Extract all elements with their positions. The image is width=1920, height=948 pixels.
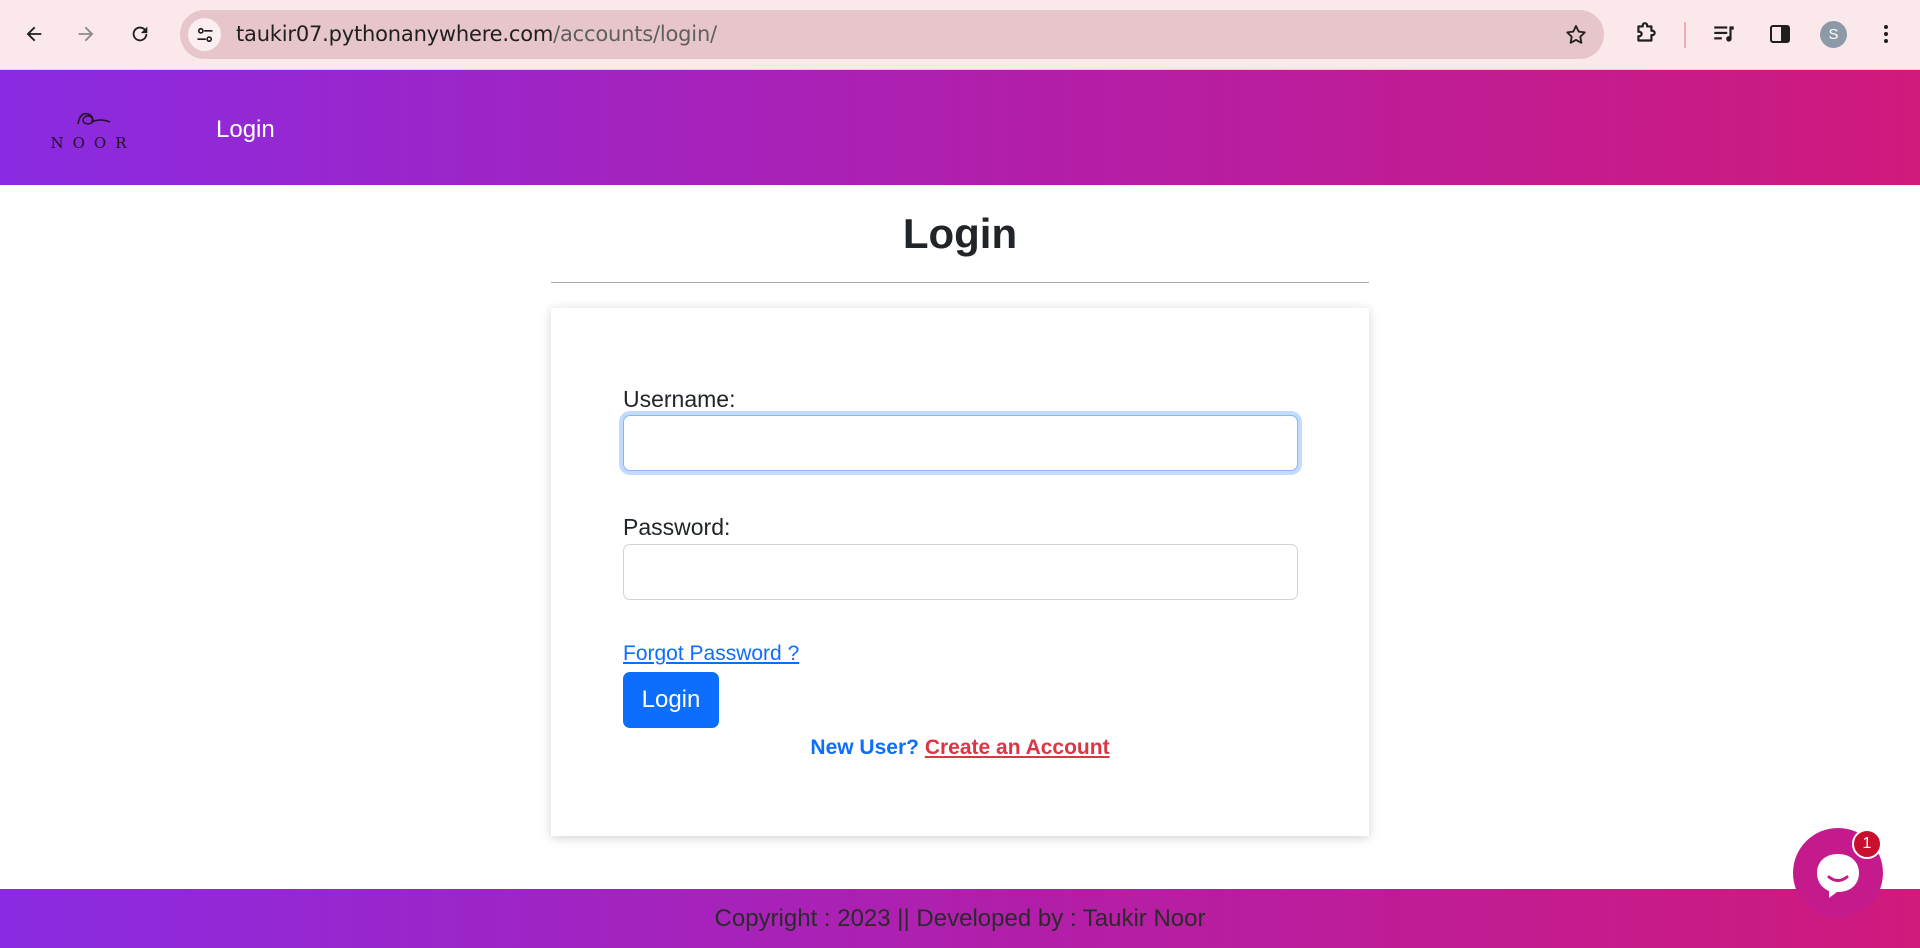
title-divider bbox=[551, 282, 1369, 283]
back-arrow-icon bbox=[26, 26, 42, 42]
password-label: Password: bbox=[623, 514, 731, 540]
footer-copyright: Copyright : 2023 || Developed by : Tauki… bbox=[714, 904, 1206, 932]
forward-button[interactable] bbox=[68, 16, 104, 52]
username-input[interactable] bbox=[623, 415, 1298, 471]
forward-arrow-icon bbox=[78, 26, 94, 42]
login-card: Username: Password: Forgot Password ? Lo… bbox=[551, 308, 1369, 836]
bookmark-star-button[interactable] bbox=[1562, 21, 1590, 49]
url-path: /accounts/login/ bbox=[553, 22, 717, 46]
new-user-prompt: New User? Create an Account bbox=[551, 736, 1369, 760]
site-footer: Copyright : 2023 || Developed by : Tauki… bbox=[0, 889, 1920, 948]
username-label: Username: bbox=[623, 386, 736, 412]
reload-icon bbox=[132, 26, 148, 42]
side-panel-icon bbox=[1770, 25, 1790, 43]
back-button[interactable] bbox=[16, 16, 52, 52]
forgot-password-link[interactable]: Forgot Password ? bbox=[623, 642, 799, 666]
star-icon bbox=[1566, 25, 1586, 44]
site-navbar: NOOR Login bbox=[0, 70, 1920, 185]
chat-notification-badge: 1 bbox=[1852, 829, 1882, 859]
login-button[interactable]: Login bbox=[623, 672, 719, 728]
logo-wordmark: NOOR bbox=[50, 134, 136, 152]
new-user-text: New User? bbox=[810, 736, 919, 759]
media-controls-button[interactable] bbox=[1708, 18, 1740, 50]
url-host: taukir07.pythonanywhere.com bbox=[236, 22, 554, 46]
address-bar[interactable]: taukir07.pythonanywhere.com/accounts/log… bbox=[180, 10, 1604, 59]
tune-icon bbox=[197, 27, 212, 42]
profile-avatar[interactable]: S bbox=[1820, 21, 1847, 48]
browser-menu-button[interactable] bbox=[1870, 18, 1902, 50]
toolbar-separator bbox=[1684, 22, 1686, 48]
url-text[interactable]: taukir07.pythonanywhere.com/accounts/log… bbox=[236, 22, 717, 46]
side-panel-button[interactable] bbox=[1764, 18, 1796, 50]
reload-button[interactable] bbox=[122, 16, 158, 52]
browser-toolbar: taukir07.pythonanywhere.com/accounts/log… bbox=[0, 0, 1920, 70]
password-input[interactable] bbox=[623, 544, 1298, 600]
site-logo[interactable]: NOOR bbox=[40, 106, 146, 152]
puzzle-icon bbox=[1637, 22, 1656, 42]
extensions-button[interactable] bbox=[1630, 18, 1662, 50]
more-vertical-icon bbox=[1884, 25, 1888, 43]
site-info-button[interactable] bbox=[188, 18, 221, 51]
create-account-link[interactable]: Create an Account bbox=[925, 736, 1110, 759]
playlist-music-icon bbox=[1714, 26, 1734, 42]
page-title: Login bbox=[902, 210, 1018, 257]
nav-login-link[interactable]: Login bbox=[216, 116, 275, 144]
logo-mark-icon bbox=[77, 112, 111, 125]
